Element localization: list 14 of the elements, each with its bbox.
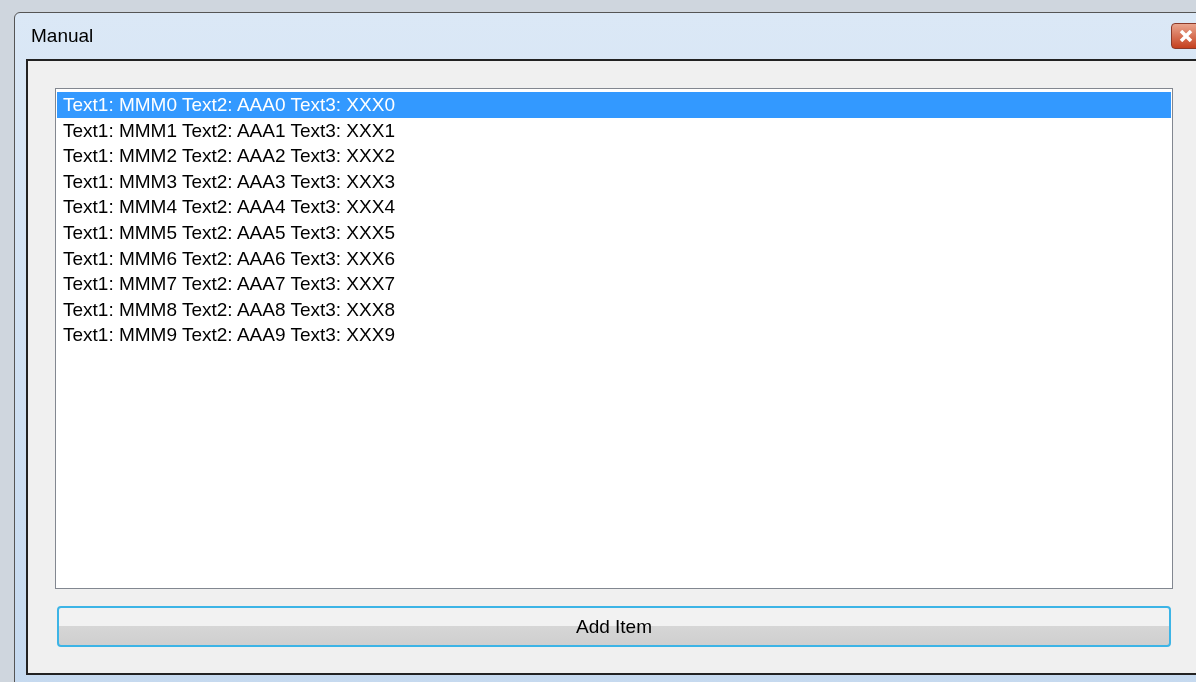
list-item[interactable]: Text1: MMM2 Text2: AAA2 Text3: XXX2 [57, 143, 1171, 169]
list-item[interactable]: Text1: MMM9 Text2: AAA9 Text3: XXX9 [57, 322, 1171, 348]
list-item[interactable]: Text1: MMM7 Text2: AAA7 Text3: XXX7 [57, 271, 1171, 297]
list-item[interactable]: Text1: MMM4 Text2: AAA4 Text3: XXX4 [57, 194, 1171, 220]
list-item[interactable]: Text1: MMM3 Text2: AAA3 Text3: XXX3 [57, 168, 1171, 195]
close-icon [1179, 30, 1193, 42]
list-item[interactable]: Text1: MMM6 Text2: AAA6 Text3: XXX6 [57, 245, 1171, 272]
list-item[interactable]: Text1: MMM8 Text2: AAA8 Text3: XXX8 [57, 296, 1171, 323]
list-item[interactable]: Text1: MMM1 Text2: AAA1 Text3: XXX1 [57, 117, 1171, 144]
window-title: Manual [31, 25, 94, 47]
list-box[interactable] [55, 88, 1173, 589]
add-item-button[interactable]: Add Item [57, 606, 1171, 647]
close-button[interactable] [1171, 23, 1196, 49]
list-item[interactable]: Text1: MMM5 Text2: AAA5 Text3: XXX5 [57, 219, 1171, 246]
